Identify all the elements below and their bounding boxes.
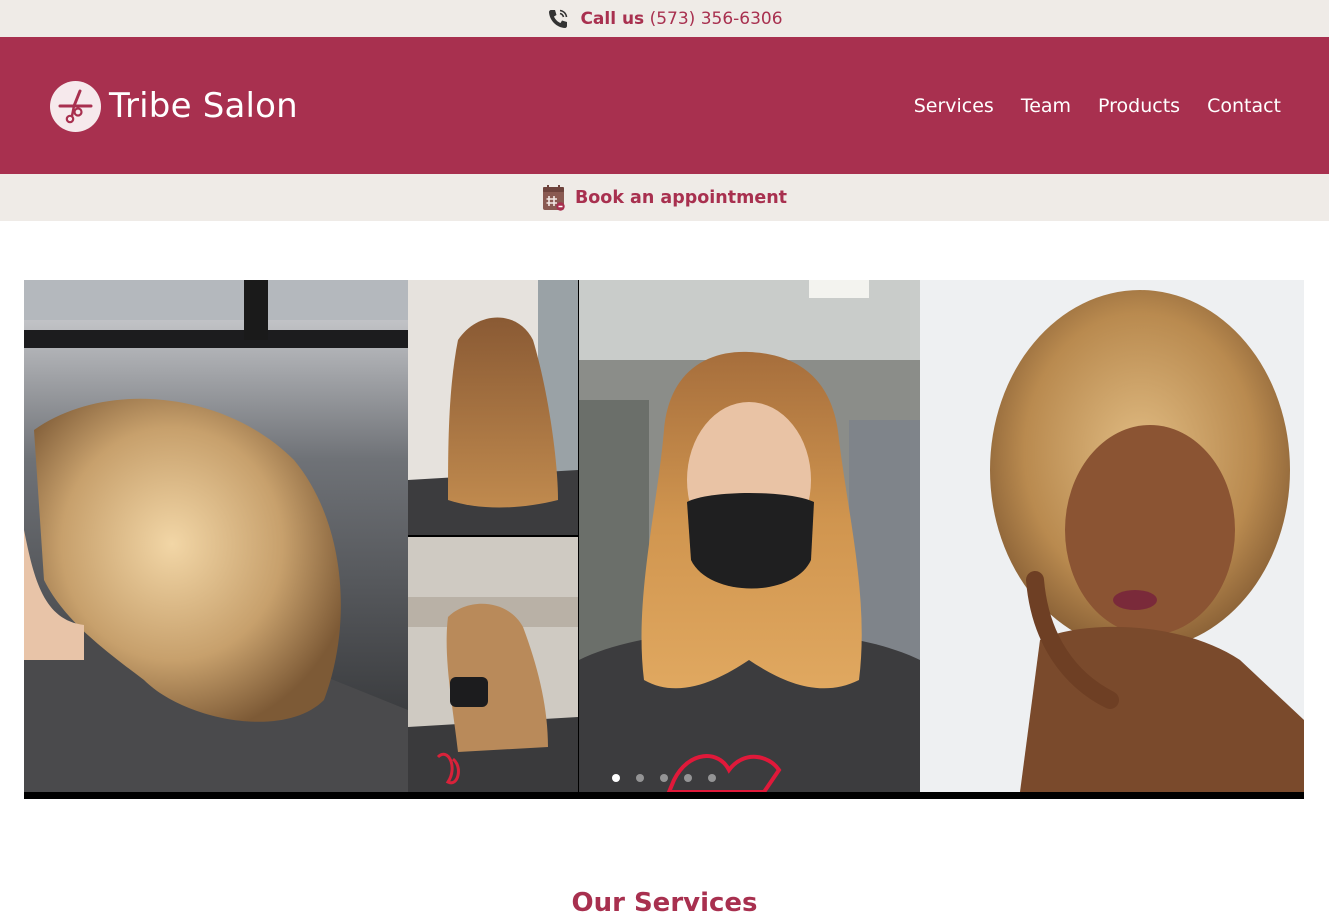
top-contact-bar: Call us (573) 356-6306 bbox=[0, 0, 1329, 37]
brand-name: Tribe Salon bbox=[109, 86, 298, 126]
slider-dot-5[interactable] bbox=[708, 774, 716, 782]
calendar-icon bbox=[542, 184, 566, 212]
nav-item-services[interactable]: Services bbox=[914, 95, 994, 117]
call-us-label[interactable]: Call us bbox=[580, 9, 644, 29]
blonde-bob-photo bbox=[24, 280, 408, 792]
before-after-collage-photo-2 bbox=[408, 537, 578, 792]
nav-item-products[interactable]: Products bbox=[1098, 95, 1180, 117]
phone-icon bbox=[546, 7, 570, 31]
slider-dot-1[interactable] bbox=[612, 774, 620, 782]
slider-dot-4[interactable] bbox=[684, 774, 692, 782]
slider-pagination bbox=[612, 774, 716, 782]
services-heading: Our Services bbox=[571, 888, 758, 918]
curly-hair-model-photo bbox=[920, 280, 1304, 792]
phone-number-link[interactable]: (573) 356-6306 bbox=[650, 9, 783, 29]
main-nav: Services Team Products Contact bbox=[914, 37, 1281, 174]
hero-image-slider[interactable] bbox=[24, 280, 1304, 799]
slider-dot-2[interactable] bbox=[636, 774, 644, 782]
scissors-icon bbox=[50, 80, 101, 132]
nav-item-contact[interactable]: Contact bbox=[1207, 95, 1281, 117]
before-after-collage-photo bbox=[408, 280, 578, 535]
brand-logo[interactable]: Tribe Salon bbox=[50, 80, 298, 132]
book-appointment-link[interactable]: Book an appointment bbox=[575, 188, 787, 208]
site-header: Tribe Salon Services Team Products Conta… bbox=[0, 37, 1329, 174]
nav-item-team[interactable]: Team bbox=[1021, 95, 1071, 117]
book-appointment-bar[interactable]: Book an appointment bbox=[0, 174, 1329, 221]
slider-dot-3[interactable] bbox=[660, 774, 668, 782]
masked-client-photo bbox=[579, 280, 920, 792]
